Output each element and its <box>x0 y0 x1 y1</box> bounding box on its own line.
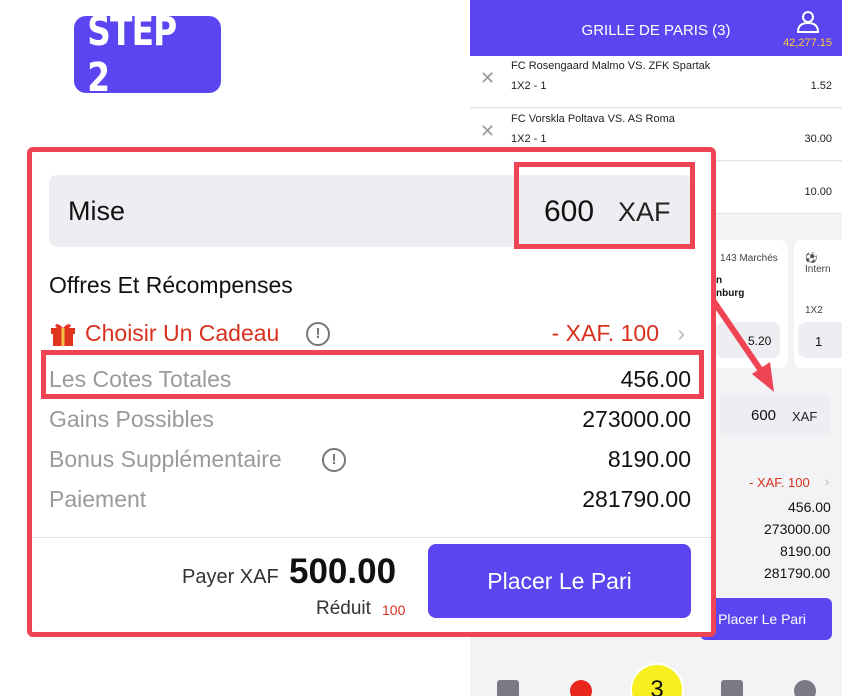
gift-discount-value: - XAF. 100 <box>551 320 659 346</box>
betslip-summary-panel: Mise 600 XAF Offres Et Récompenses Chois… <box>27 147 716 637</box>
potential-winnings-label: Gains Possibles <box>49 406 214 432</box>
divider <box>32 537 711 538</box>
stake-label: Mise <box>68 196 126 226</box>
place-bet-button[interactable]: Placer Le Pari <box>428 544 691 618</box>
remove-bet-icon[interactable]: ✕ <box>480 121 495 142</box>
list-icon[interactable] <box>721 680 743 696</box>
remove-bet-icon[interactable]: ✕ <box>480 68 495 89</box>
stake-value: 600 <box>544 195 595 228</box>
stake-currency: XAF <box>618 197 671 227</box>
international-label: ⚽ Intern <box>805 253 831 275</box>
bet-market: 1X2 - 1 <box>511 133 547 145</box>
payment-label: Paiement <box>49 486 147 512</box>
bet-match: FC Vorskla Poltava VS. AS Roma <box>511 113 675 125</box>
gift-value-bg: - XAF. 100 <box>749 475 810 490</box>
info-icon[interactable]: ! <box>306 322 330 346</box>
extra-bonus-value: 8190.00 <box>607 446 691 472</box>
reduced-label: Réduit <box>316 598 371 619</box>
odd-button-value: 5.20 <box>748 334 772 348</box>
step-badge-label: STEP 2 <box>87 8 177 101</box>
team-name-fragment: n <box>716 275 723 286</box>
place-bet-button-bg[interactable]: Placer Le Pari <box>700 598 832 640</box>
user-icon[interactable] <box>796 10 820 34</box>
chevron-right-icon[interactable]: › <box>677 320 685 347</box>
extra-bonus-label: Bonus Supplémentaire <box>49 446 282 472</box>
winnings-bg: 273000.00 <box>764 521 831 537</box>
bet-row: ✕ FC Rosengaard Malmo VS. ZFK Spartak 1X… <box>470 56 842 108</box>
stake-currency-bg: XAF <box>792 409 818 424</box>
pay-label: Payer XAF <box>182 566 279 588</box>
stake-value-bg: 600 <box>751 407 777 424</box>
bet-odd: 1.52 <box>810 80 832 92</box>
offers-title: Offres Et Récompenses <box>49 272 293 298</box>
pay-amount: 500.00 <box>289 552 397 591</box>
bet-market: 1X2 - 1 <box>511 80 547 92</box>
chevron-right-icon: › <box>825 474 830 489</box>
bet-odd: 10.00 <box>804 186 832 198</box>
team-name-fragment: nburg <box>716 288 745 299</box>
total-odds-bg: 456.00 <box>788 499 831 515</box>
market-label: 1X2 <box>805 305 823 316</box>
reduced-value: 100 <box>382 602 406 618</box>
profile-icon[interactable] <box>794 680 816 696</box>
step-badge: STEP 2 <box>74 9 221 101</box>
choose-gift-link[interactable]: Choisir Un Cadeau <box>85 320 279 347</box>
account-balance: 42,277.15 <box>783 37 832 49</box>
payment-value: 281790.00 <box>582 486 691 512</box>
payment-bg: 281790.00 <box>764 565 831 581</box>
total-odds-label: Les Cotes Totales <box>49 366 232 392</box>
gift-icon <box>51 324 75 346</box>
betslip-header: GRILLE DE PARIS (3) 42,277.15 <box>470 0 842 56</box>
markets-count: 143 Marchés <box>720 253 778 264</box>
odd-button-value: 1 <box>815 334 823 349</box>
info-icon[interactable]: ! <box>322 448 346 472</box>
live-icon[interactable] <box>570 680 592 696</box>
potential-winnings-value: 273000.00 <box>582 406 691 432</box>
bet-match: FC Rosengaard Malmo VS. ZFK Spartak <box>511 60 711 72</box>
home-icon[interactable] <box>497 680 519 696</box>
total-odds-value: 456.00 <box>620 366 691 392</box>
bet-odd: 30.00 <box>804 133 832 145</box>
bonus-bg: 8190.00 <box>780 543 831 559</box>
